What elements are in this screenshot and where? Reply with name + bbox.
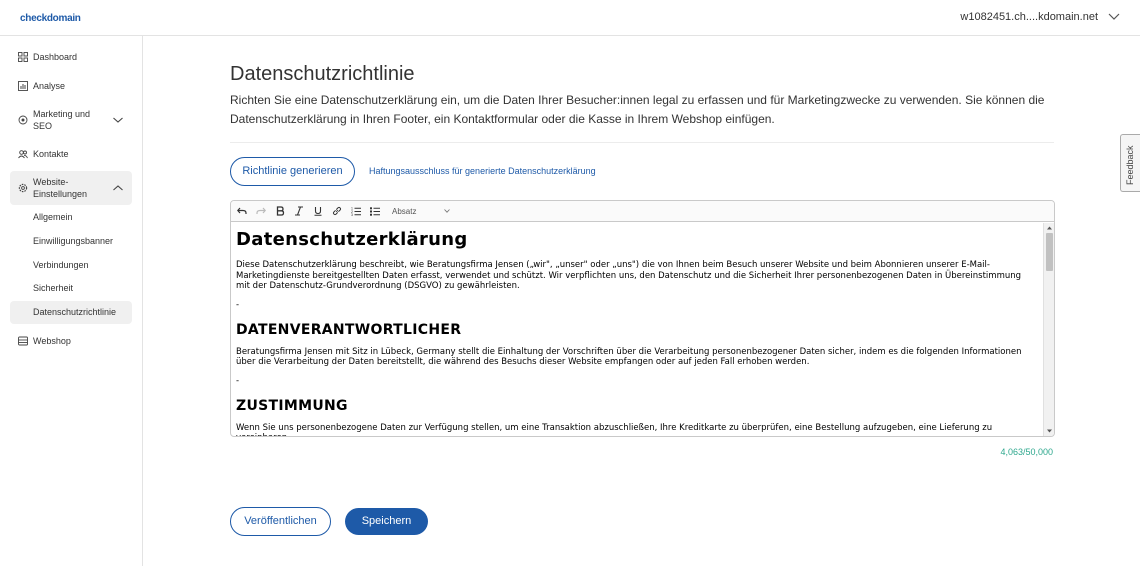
underline-button[interactable]: [308, 202, 327, 221]
account-menu[interactable]: w1082451.ch....kdomain.net: [960, 11, 1120, 23]
italic-icon: [294, 206, 303, 216]
sidebar-item-analyse[interactable]: Analyse: [10, 77, 132, 95]
sidebar-item-marketing[interactable]: Marketing und SEO: [10, 106, 132, 134]
doc-paragraph-3: Wenn Sie uns personenbezogene Daten zur …: [236, 422, 993, 437]
sidebar-item-website-settings[interactable]: Website- Einstellungen: [10, 171, 132, 205]
disclaimer-link[interactable]: Haftungsausschluss für generierte Datens…: [369, 166, 596, 176]
italic-button[interactable]: [289, 202, 308, 221]
bold-icon: [276, 206, 284, 216]
chevron-down-icon: [1108, 13, 1120, 20]
sidebar: Dashboard Analyse Marketing und SEO Konta…: [0, 36, 143, 566]
top-bar: checkdomain w1082451.ch....kdomain.net: [0, 0, 1140, 36]
sidebar-subitem-sicherheit[interactable]: Sicherheit: [10, 277, 132, 300]
page-title: Datenschutzrichtlinie: [230, 63, 415, 85]
undo-icon: [236, 207, 247, 214]
doc-separator: -: [236, 375, 240, 386]
doc-separator: -: [236, 299, 240, 310]
feedback-label: Feedback: [1125, 145, 1135, 185]
scroll-thumb[interactable]: [1046, 233, 1053, 271]
gear-icon: [18, 183, 28, 193]
character-counter: 4,063/50,000: [1000, 447, 1053, 457]
undo-button[interactable]: [232, 202, 251, 221]
block-format-select[interactable]: Absatz: [390, 204, 452, 219]
doc-heading-2: DATENVERANTWORTLICHER: [236, 321, 462, 338]
scroll-up-arrow-icon[interactable]: [1046, 225, 1053, 231]
chevron-down-icon[interactable]: [113, 115, 123, 125]
bar-chart-icon: [18, 81, 28, 91]
sidebar-item-label: Website- Einstellungen: [33, 176, 87, 200]
doc-paragraph-2: Beratungsfirma Jensen mit Sitz in Lübeck…: [236, 346, 1022, 368]
chevron-up-icon[interactable]: [113, 183, 123, 193]
underline-icon: [314, 207, 321, 216]
logo[interactable]: checkdomain: [20, 13, 81, 24]
editor-toolbar: 123 Absatz: [231, 201, 1054, 222]
bullet-list-button[interactable]: [365, 202, 384, 221]
rich-text-editor[interactable]: 123 Absatz Datenschutzerklärung Diese Da…: [230, 200, 1055, 437]
divider: [230, 142, 1054, 143]
generate-policy-button[interactable]: Richtlinie generieren: [230, 157, 355, 186]
store-icon: [18, 336, 28, 346]
grid-icon: [18, 52, 28, 62]
doc-heading-1: Datenschutzerklärung: [236, 229, 468, 250]
publish-button[interactable]: Veröffentlichen: [230, 507, 331, 536]
sidebar-item-label: Analyse: [33, 81, 66, 91]
account-domain: w1082451.ch....kdomain.net: [960, 11, 1098, 23]
sidebar-item-label: Webshop: [33, 336, 71, 346]
label-line-2: SEO: [33, 121, 53, 131]
sidebar-subitem-einwilligungsbanner[interactable]: Einwilligungsbanner: [10, 230, 132, 253]
target-icon: [18, 115, 28, 125]
save-button[interactable]: Speichern: [345, 508, 428, 535]
sidebar-subitem-verbindungen[interactable]: Verbindungen: [10, 254, 132, 277]
ordered-list-button[interactable]: 123: [346, 202, 365, 221]
sidebar-item-label: Dashboard: [33, 52, 78, 62]
doc-paragraph-1: Diese Datenschutzerklärung beschreibt, w…: [236, 260, 1022, 291]
redo-button[interactable]: [251, 202, 270, 221]
doc-heading-3: ZUSTIMMUNG: [236, 397, 348, 414]
sidebar-item-dashboard[interactable]: Dashboard: [10, 48, 132, 66]
block-format-value: Absatz: [392, 206, 417, 216]
label-line-1: Marketing und: [33, 109, 91, 119]
page-description: Richten Sie eine Datenschutzerklärung ei…: [230, 93, 1045, 126]
label-line-2: Einstellungen: [33, 189, 88, 199]
sidebar-subitem-datenschutzrichtlinie[interactable]: Datenschutzrichtlinie: [10, 301, 132, 324]
bold-button[interactable]: [270, 202, 289, 221]
feedback-tab[interactable]: Feedback: [1120, 134, 1140, 192]
users-icon: [18, 150, 28, 159]
bullet-list-icon: [369, 207, 380, 216]
scroll-down-arrow-icon[interactable]: [1046, 428, 1053, 434]
sidebar-item-webshop[interactable]: Webshop: [10, 332, 132, 350]
redo-icon: [255, 207, 266, 214]
main-content: Datenschutzrichtlinie Richten Sie eine D…: [143, 36, 1140, 566]
ordered-list-icon: 123: [351, 207, 361, 216]
sidebar-subitem-allgemein[interactable]: Allgemein: [10, 206, 132, 229]
editor-content[interactable]: Datenschutzerklärung Diese Datenschutzer…: [231, 223, 1042, 436]
label-line-1: Website-: [33, 177, 69, 187]
sidebar-item-label: Marketing und SEO: [33, 108, 90, 132]
sidebar-item-kontakte[interactable]: Kontakte: [10, 145, 132, 163]
svg-text:3: 3: [351, 213, 353, 216]
editor-scrollbar[interactable]: [1043, 223, 1054, 436]
caret-down-icon: [444, 209, 450, 213]
link-icon: [332, 206, 341, 216]
link-button[interactable]: [327, 202, 346, 221]
sidebar-item-label: Kontakte: [33, 149, 69, 159]
